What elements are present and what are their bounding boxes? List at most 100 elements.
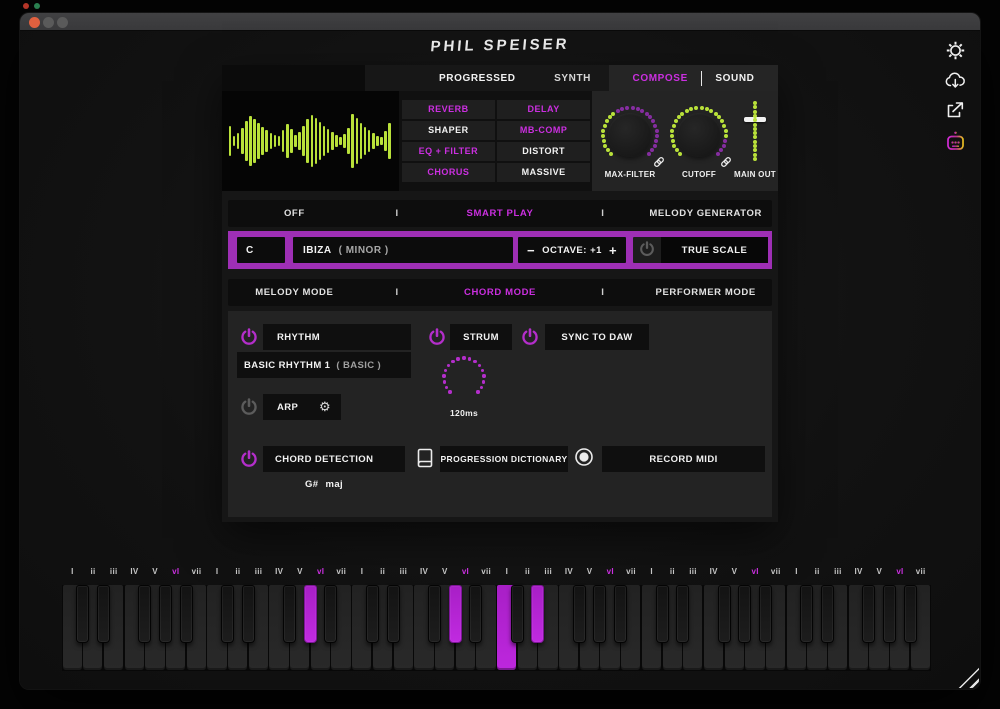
sync-to-daw-button[interactable]: SYNC TO DAW xyxy=(545,324,649,350)
octave-value: OCTAVE: +1 xyxy=(542,245,602,256)
max-filter-link-icon[interactable] xyxy=(653,155,665,173)
strum-label: STRUM xyxy=(463,332,499,343)
dictionary-book-icon[interactable] xyxy=(415,447,435,475)
scale-degree-label: vii xyxy=(186,567,207,576)
progression-dictionary-button[interactable]: PROGRESSION DICTIONARY xyxy=(440,446,568,472)
scale-degree-label: V xyxy=(290,567,311,576)
black-key[interactable] xyxy=(759,585,772,643)
black-key[interactable] xyxy=(221,585,234,643)
share-export-icon[interactable] xyxy=(946,101,965,119)
black-key[interactable] xyxy=(800,585,813,643)
rhythm-preset-selector[interactable]: BASIC RHYTHM 1 ( BASIC ) xyxy=(237,352,411,378)
black-key[interactable] xyxy=(366,585,379,643)
arp-settings-gear-icon[interactable]: ⚙ xyxy=(319,399,331,415)
cloud-download-icon[interactable] xyxy=(945,72,966,89)
black-key[interactable] xyxy=(511,585,524,643)
fx-button-mb-comp[interactable]: MB-COMP xyxy=(497,121,590,140)
black-key[interactable] xyxy=(304,585,317,643)
black-key[interactable] xyxy=(738,585,751,643)
knob-dot xyxy=(606,148,610,152)
arp-button[interactable]: ARP ⚙ xyxy=(263,394,341,420)
fx-button-massive[interactable]: MASSIVE xyxy=(497,163,590,182)
tab-compose[interactable]: COMPOSE xyxy=(633,73,688,84)
cutoff-link-icon[interactable] xyxy=(720,155,732,173)
strum-knob[interactable] xyxy=(434,348,494,408)
black-key[interactable] xyxy=(324,585,337,643)
chord-detection-power-button[interactable] xyxy=(240,450,258,468)
scale-degree-label: vI xyxy=(745,567,766,576)
chord-detection-button[interactable]: CHORD DETECTION xyxy=(263,446,405,472)
record-midi-button[interactable]: RECORD MIDI xyxy=(602,446,765,472)
knob-dot xyxy=(620,107,624,111)
black-key[interactable] xyxy=(449,585,462,643)
tab-sound[interactable]: SOUND xyxy=(715,73,754,84)
black-key[interactable] xyxy=(593,585,606,643)
detected-chord-readout: G#maj xyxy=(305,479,343,490)
black-key[interactable] xyxy=(904,585,917,643)
sync-to-daw-power-button[interactable] xyxy=(521,328,539,346)
rhythm-button[interactable]: RHYTHM xyxy=(263,324,411,350)
octave-minus-button[interactable]: − xyxy=(520,243,542,258)
black-key[interactable] xyxy=(531,585,544,643)
waveform-bar xyxy=(327,129,330,153)
perf-mode-separator: I xyxy=(361,287,434,298)
arp-power-button[interactable] xyxy=(240,398,258,416)
fx-button-reverb[interactable]: REVERB xyxy=(402,100,495,119)
black-key[interactable] xyxy=(469,585,482,643)
waveform-bar xyxy=(364,127,367,155)
black-key[interactable] xyxy=(883,585,896,643)
strum-power-button[interactable] xyxy=(428,328,446,346)
black-key[interactable] xyxy=(862,585,875,643)
true-scale-button[interactable]: TRUE SCALE xyxy=(661,237,768,263)
window-titlebar[interactable] xyxy=(20,13,980,31)
octave-plus-button[interactable]: + xyxy=(602,243,624,258)
perf-mode-chord-mode[interactable]: CHORD MODE xyxy=(434,287,567,298)
strum-button[interactable]: STRUM xyxy=(450,324,512,350)
waveform-bar xyxy=(339,137,342,145)
fx-button-chorus[interactable]: CHORUS xyxy=(402,163,495,182)
cutoff-knob[interactable] xyxy=(677,113,721,157)
black-key[interactable] xyxy=(76,585,89,643)
play-mode-melody-generator[interactable]: MELODY GENERATOR xyxy=(639,208,772,219)
play-mode-smart-play[interactable]: SMART PLAY xyxy=(434,208,567,219)
fx-button-eq-filter[interactable]: EQ + FILTER xyxy=(402,142,495,161)
close-button[interactable] xyxy=(29,17,40,28)
assistant-robot-icon[interactable] xyxy=(943,131,968,152)
black-key[interactable] xyxy=(676,585,689,643)
black-key[interactable] xyxy=(428,585,441,643)
waveform-bar xyxy=(241,128,244,154)
knob-dot xyxy=(653,144,657,148)
scale-selector[interactable]: IBIZA ( MINOR ) xyxy=(293,237,513,263)
black-key[interactable] xyxy=(97,585,110,643)
rhythm-power-button[interactable] xyxy=(240,328,258,346)
black-key[interactable] xyxy=(283,585,296,643)
record-circle-icon[interactable] xyxy=(574,447,594,472)
perf-mode-melody-mode[interactable]: MELODY MODE xyxy=(228,287,361,298)
black-key[interactable] xyxy=(573,585,586,643)
black-key[interactable] xyxy=(138,585,151,643)
settings-gear-icon[interactable] xyxy=(946,41,965,60)
black-key[interactable] xyxy=(821,585,834,643)
fx-button-shaper[interactable]: SHAPER xyxy=(402,121,495,140)
tab-progressed[interactable]: PROGRESSED xyxy=(439,73,516,84)
black-key[interactable] xyxy=(242,585,255,643)
perf-mode-performer-mode[interactable]: PERFORMER MODE xyxy=(639,287,772,298)
minimize-button[interactable] xyxy=(43,17,54,28)
black-key[interactable] xyxy=(718,585,731,643)
black-key[interactable] xyxy=(656,585,669,643)
true-scale-power-icon[interactable] xyxy=(639,241,657,259)
sync-to-daw-label: SYNC TO DAW xyxy=(561,332,632,343)
tab-synth[interactable]: SYNTH xyxy=(554,73,591,84)
root-note-selector[interactable]: C xyxy=(237,237,285,263)
knob-dot xyxy=(625,106,629,110)
play-mode-off[interactable]: OFF xyxy=(228,208,361,219)
zoom-button[interactable] xyxy=(57,17,68,28)
black-key[interactable] xyxy=(180,585,193,643)
black-key[interactable] xyxy=(387,585,400,643)
fx-button-delay[interactable]: DELAY xyxy=(497,100,590,119)
window-resize-handle[interactable] xyxy=(950,659,979,688)
black-key[interactable] xyxy=(614,585,627,643)
black-key[interactable] xyxy=(159,585,172,643)
fx-button-distort[interactable]: DISTORT xyxy=(497,142,590,161)
max-filter-knob[interactable] xyxy=(608,113,652,157)
